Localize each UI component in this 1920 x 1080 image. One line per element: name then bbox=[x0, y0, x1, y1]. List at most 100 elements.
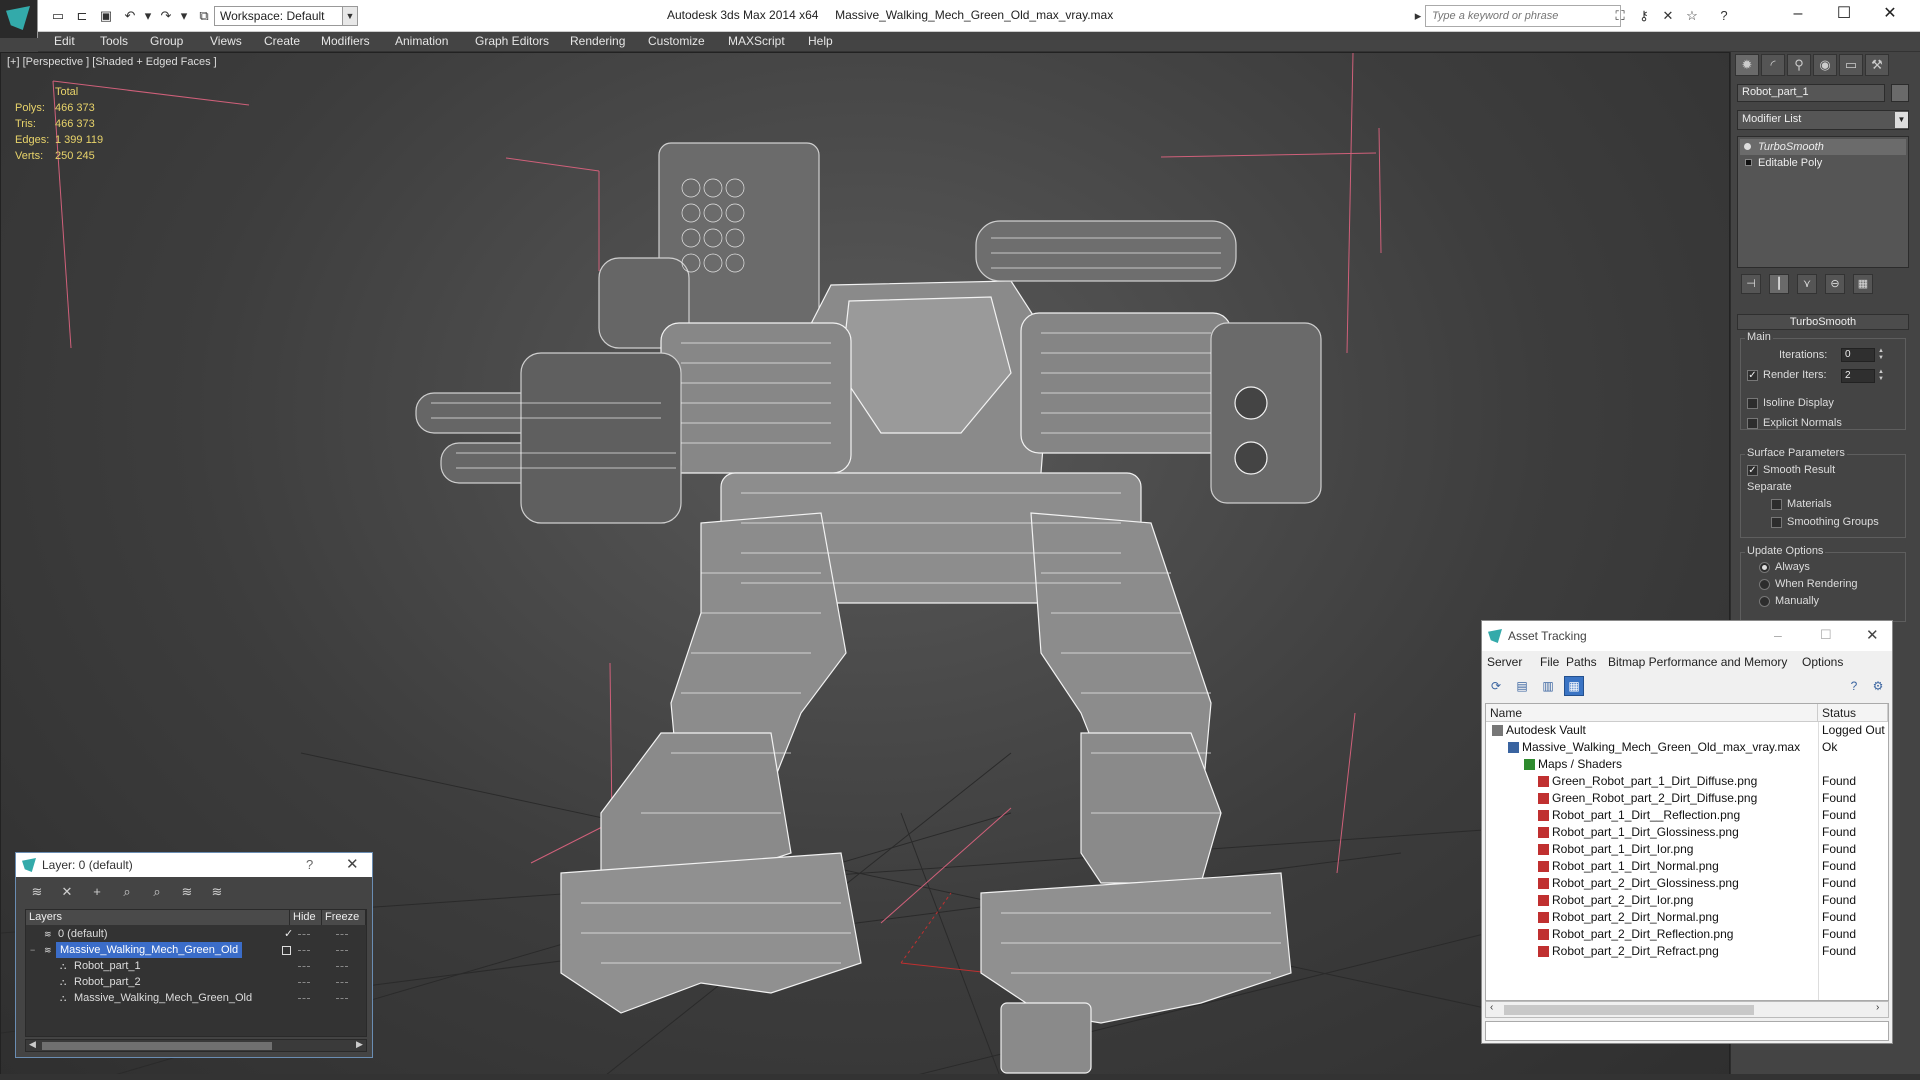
scroll-left-icon[interactable]: ◀ bbox=[29, 1039, 36, 1050]
menu-animation[interactable]: Animation bbox=[395, 34, 448, 48]
hide-toggle[interactable] bbox=[298, 998, 310, 999]
isoline-display-checkbox[interactable] bbox=[1747, 398, 1758, 409]
name-column-header[interactable]: Name bbox=[1486, 704, 1818, 722]
undo-icon[interactable]: ↶ bbox=[122, 8, 138, 24]
make-unique-icon[interactable]: ⋎ bbox=[1797, 274, 1817, 294]
menu-server[interactable]: Server bbox=[1487, 655, 1522, 669]
render-iters-spinner[interactable]: 2 bbox=[1841, 369, 1875, 383]
modifier-list-dropdown[interactable]: Modifier List bbox=[1737, 110, 1909, 130]
list-view-icon[interactable]: ▤ bbox=[1512, 676, 1532, 696]
freeze-toggle[interactable] bbox=[336, 998, 348, 999]
freeze-toggle[interactable] bbox=[336, 934, 348, 935]
menu-help[interactable]: Help bbox=[808, 34, 833, 48]
chevron-down-icon[interactable]: ▼ bbox=[342, 6, 358, 26]
maximize-icon[interactable]: ☐ bbox=[1820, 627, 1832, 643]
expand-box-icon[interactable] bbox=[1745, 159, 1752, 166]
asset-row[interactable]: Robot_part_1_Dirt_Ior.png Found bbox=[1486, 841, 1888, 858]
hierarchy-tab-icon[interactable]: ⚲ bbox=[1787, 54, 1811, 76]
scrollbar-thumb[interactable] bbox=[42, 1042, 272, 1050]
hide-toggle[interactable] bbox=[298, 934, 310, 935]
new-file-icon[interactable]: ▭ bbox=[50, 8, 66, 24]
asset-row[interactable]: Robot_part_1_Dirt_Glossiness.png Found bbox=[1486, 824, 1888, 841]
remove-modifier-icon[interactable]: ⊖ bbox=[1825, 274, 1845, 294]
application-menu-button[interactable] bbox=[0, 0, 38, 38]
horizontal-scrollbar[interactable]: ‹ › bbox=[1485, 1001, 1889, 1018]
menu-paths[interactable]: Paths bbox=[1566, 655, 1597, 669]
refresh-icon[interactable]: ⟳ bbox=[1486, 676, 1506, 696]
hide-toggle[interactable] bbox=[298, 950, 310, 951]
current-layer-box-icon[interactable] bbox=[282, 946, 291, 955]
search-input[interactable] bbox=[1426, 6, 1620, 26]
viewport-label[interactable]: [+] [Perspective ] [Shaded + Edged Faces… bbox=[7, 56, 217, 68]
close-icon[interactable]: ✕ bbox=[346, 855, 359, 873]
expand-search-icon[interactable]: ▸ bbox=[1413, 8, 1423, 24]
materials-checkbox[interactable] bbox=[1771, 499, 1782, 510]
search-box[interactable] bbox=[1425, 5, 1621, 27]
layer-row[interactable]: ⛬ Massive_Walking_Mech_Green_Old bbox=[26, 990, 366, 1006]
chevron-down-icon[interactable]: ▼ bbox=[1895, 112, 1908, 128]
save-file-icon[interactable]: ▣ bbox=[98, 8, 114, 24]
settings-help-icon[interactable]: ⚙ bbox=[1868, 676, 1888, 696]
layer-row[interactable]: ⛬ Robot_part_1 bbox=[26, 958, 366, 974]
maximize-icon[interactable]: ☐ bbox=[1824, 2, 1864, 26]
menu-bitmap-performance[interactable]: Bitmap Performance and Memory bbox=[1608, 655, 1787, 669]
menu-options[interactable]: Options bbox=[1802, 655, 1843, 669]
display-tab-icon[interactable]: ▭ bbox=[1839, 54, 1863, 76]
add-layer-icon[interactable]: + bbox=[88, 883, 106, 901]
asset-row[interactable]: Robot_part_1_Dirt_Normal.png Found bbox=[1486, 858, 1888, 875]
asset-row[interactable]: Robot_part_1_Dirt__Reflection.png Found bbox=[1486, 807, 1888, 824]
spinner-arrows-icon[interactable]: ▲ ▼ bbox=[1877, 369, 1885, 383]
menu-rendering[interactable]: Rendering bbox=[570, 34, 625, 48]
create-tab-icon[interactable]: ✹ bbox=[1735, 54, 1759, 76]
asset-row[interactable]: Green_Robot_part_1_Dirt_Diffuse.png Found bbox=[1486, 773, 1888, 790]
hide-column-header[interactable]: Hide bbox=[290, 910, 322, 925]
asset-row[interactable]: Robot_part_2_Dirt_Reflection.png Found bbox=[1486, 926, 1888, 943]
explicit-normals-checkbox[interactable] bbox=[1747, 418, 1758, 429]
scroll-right-icon[interactable]: ▶ bbox=[356, 1039, 363, 1050]
smoothing-groups-checkbox[interactable] bbox=[1771, 517, 1782, 528]
table-view-icon[interactable]: ▦ bbox=[1564, 676, 1584, 696]
project-folder-icon[interactable]: ⧉ bbox=[196, 8, 212, 24]
communication-center-icon[interactable]: ✕ bbox=[1660, 8, 1676, 24]
hide-all-icon[interactable]: ≋ bbox=[178, 883, 196, 901]
lightbulb-icon[interactable] bbox=[1744, 143, 1751, 150]
render-iters-checkbox[interactable]: ✓ bbox=[1747, 370, 1758, 381]
asset-row[interactable]: Massive_Walking_Mech_Green_Old_max_vray.… bbox=[1486, 739, 1888, 756]
iterations-spinner[interactable]: 0 bbox=[1841, 348, 1875, 362]
minimize-icon[interactable]: – bbox=[1774, 627, 1782, 643]
spinner-arrows-icon[interactable]: ▲ ▼ bbox=[1877, 348, 1885, 362]
stack-item-turbosmooth[interactable]: TurboSmooth bbox=[1740, 139, 1906, 155]
undo-dropdown-icon[interactable]: ▾ bbox=[140, 8, 156, 24]
freeze-toggle[interactable] bbox=[336, 982, 348, 983]
help-icon[interactable]: ? bbox=[1716, 8, 1732, 24]
freeze-toggle[interactable] bbox=[336, 966, 348, 967]
freeze-toggle[interactable] bbox=[336, 950, 348, 951]
menu-create[interactable]: Create bbox=[264, 34, 300, 48]
status-column-header[interactable]: Status bbox=[1818, 704, 1888, 722]
freeze-column-header[interactable]: Freeze bbox=[322, 910, 366, 925]
favorites-star-icon[interactable]: ☆ bbox=[1684, 8, 1700, 24]
horizontal-scrollbar[interactable]: ◀ ▶ bbox=[25, 1039, 367, 1052]
turbosmooth-rollout-header[interactable]: TurboSmooth bbox=[1737, 314, 1909, 330]
scrollbar-thumb[interactable] bbox=[1504, 1005, 1754, 1015]
update-manually-radio[interactable] bbox=[1759, 596, 1770, 607]
smooth-result-checkbox[interactable]: ✓ bbox=[1747, 465, 1758, 476]
scroll-left-icon[interactable]: ‹ bbox=[1490, 1002, 1493, 1013]
menu-modifiers[interactable]: Modifiers bbox=[321, 34, 370, 48]
close-icon[interactable]: ✕ bbox=[1866, 626, 1879, 644]
help-icon[interactable]: ? bbox=[306, 857, 313, 872]
minimize-icon[interactable]: – bbox=[1778, 2, 1818, 26]
object-color-swatch[interactable] bbox=[1891, 84, 1909, 102]
menu-customize[interactable]: Customize bbox=[648, 34, 705, 48]
update-always-radio[interactable] bbox=[1759, 562, 1770, 573]
layer-tool-1-icon[interactable]: ≋ bbox=[28, 883, 46, 901]
show-end-result-icon[interactable]: ┃ bbox=[1769, 274, 1789, 294]
hide-toggle[interactable] bbox=[298, 982, 310, 983]
subscription-icon[interactable]: ⚷ bbox=[1636, 8, 1652, 24]
menu-tools[interactable]: Tools bbox=[100, 34, 128, 48]
asset-dialog-titlebar[interactable]: Asset Tracking – ☐ ✕ bbox=[1482, 621, 1892, 651]
close-icon[interactable]: ✕ bbox=[1870, 2, 1910, 26]
menu-views[interactable]: Views bbox=[210, 34, 242, 48]
scroll-right-icon[interactable]: › bbox=[1876, 1002, 1879, 1013]
checkmark-icon[interactable]: ✓ bbox=[284, 926, 293, 942]
